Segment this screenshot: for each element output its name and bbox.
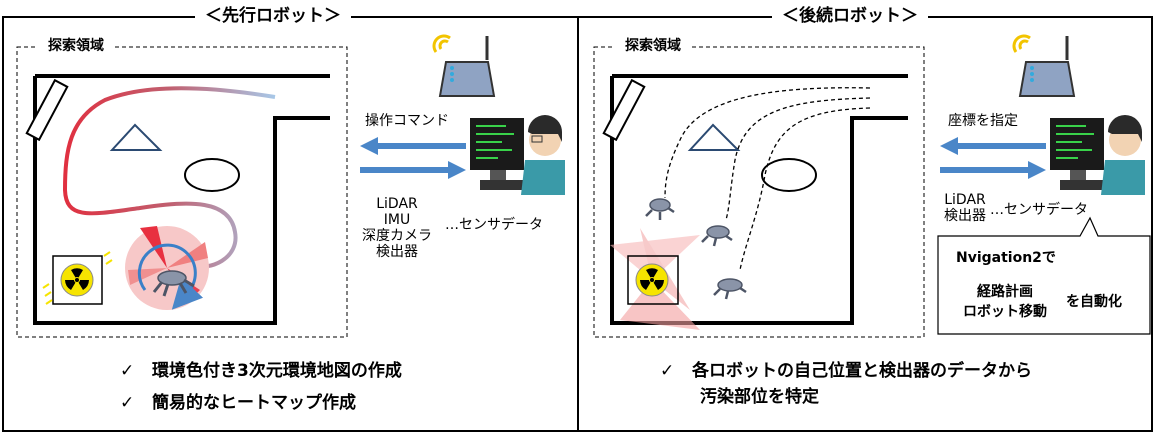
left-radiation-icon (60, 263, 94, 297)
left-bullet-2: ✓ 簡易的なヒートマップ作成 (120, 392, 356, 414)
left-bullet-1: ✓ 環境色付き3次元環境地図の作成 (120, 360, 402, 382)
right-wifi-router-icon (1012, 34, 1076, 97)
left-door (25, 78, 69, 142)
right-door (602, 78, 646, 142)
left-sensor-suffix: …センサデータ (445, 217, 543, 233)
right-bullet-line-1: 各ロボットの自己位置と検出器のデータから (692, 361, 1033, 381)
left-operator-computer-icon (470, 115, 565, 195)
right-bullet-line-2: 汚染部位を特定 (700, 387, 819, 407)
callout-line-2: 経路計画 ロボット移動 (950, 284, 1060, 320)
check-icon: ✓ (120, 393, 135, 413)
left-command-label: 操作コマンド (365, 113, 449, 129)
right-area-label: 探索領域 (615, 38, 691, 54)
check-icon: ✓ (120, 361, 135, 381)
right-radiation-icon (635, 263, 669, 297)
follow-robot-icon-3 (713, 278, 747, 300)
callout-line-3: を自動化 (1066, 294, 1122, 310)
left-heatmap-circle (125, 226, 209, 310)
right-operator-computer-icon (1050, 115, 1145, 195)
left-sensor-arrow (360, 161, 466, 179)
right-ellipse-obstacle (761, 158, 817, 192)
left-sensor-item: 検出器 (376, 244, 418, 260)
right-bullet-line-2-wrap: 汚染部位を特定 (700, 386, 819, 408)
left-wifi-router-icon (432, 34, 496, 97)
left-sensor-item: IMU (383, 212, 411, 228)
right-sensor-item: 検出器 (944, 208, 986, 224)
right-command-arrow (940, 137, 1046, 155)
left-triangle-obstacle (109, 123, 163, 151)
right-command-label: 座標を指定 (948, 113, 1018, 129)
right-bullet: ✓ 各ロボットの自己位置と検出器のデータから (660, 360, 1032, 382)
left-area-label: 探索領域 (38, 38, 114, 54)
right-triangle-obstacle (687, 123, 741, 151)
callout-line-1: Nvigation2で (956, 250, 1056, 266)
right-sensor-arrow (940, 161, 1046, 179)
right-sensor-item: LiDAR (944, 192, 986, 208)
left-sensor-item: LiDAR (376, 196, 418, 212)
callout-line-2a: 経路計画 (977, 284, 1033, 300)
follow-robot-icon-2 (701, 225, 733, 247)
left-ellipse-obstacle (184, 158, 240, 192)
left-bullet-2-text: 簡易的なヒートマップ作成 (152, 393, 357, 413)
follow-robot-icon-1 (645, 198, 675, 220)
callout-line-2b: ロボット移動 (963, 304, 1047, 320)
right-sensor-suffix: …センサデータ (990, 202, 1088, 218)
check-icon: ✓ (660, 361, 675, 381)
left-command-arrow (360, 137, 466, 155)
left-sensor-list: LiDAR IMU 深度カメラ 検出器 (352, 196, 442, 260)
right-sensor-list: LiDAR 検出器 (940, 192, 990, 224)
left-bullet-1-text: 環境色付き3次元環境地図の作成 (152, 361, 402, 381)
follow-robot-paths (664, 87, 871, 271)
left-sensor-item: 深度カメラ (362, 228, 432, 244)
